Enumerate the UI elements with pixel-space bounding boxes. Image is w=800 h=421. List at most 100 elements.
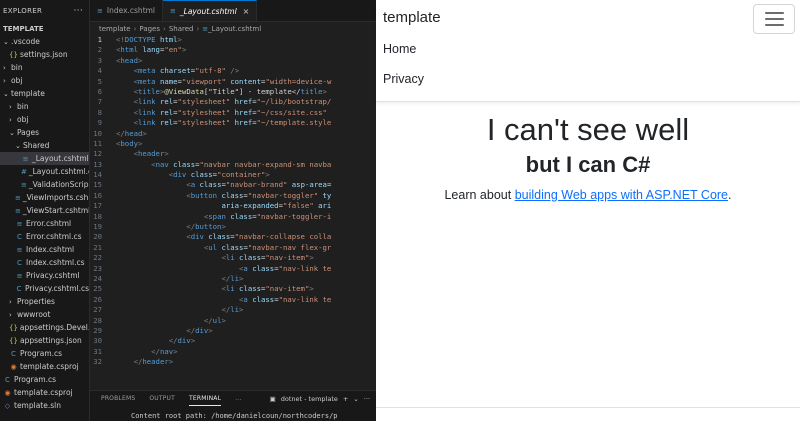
line-number: 29 (93, 325, 102, 335)
tree-item[interactable]: ⌄ .vscode (0, 35, 89, 48)
hamburger-icon-bar (764, 18, 784, 20)
tree-item[interactable]: ≡ _ViewStart.cshtml (0, 204, 89, 217)
tree-item[interactable]: {} settings.json (0, 48, 89, 61)
explorer-header: EXPLORER ··· (0, 0, 89, 22)
tree-item-label: settings.json (20, 50, 68, 59)
chevron-right-icon: › (9, 102, 12, 111)
code-line: 20 <div class="navbar-collapse colla (90, 232, 376, 242)
explorer-title: EXPLORER (3, 7, 43, 15)
editor-tab[interactable]: ≡ _Layout.cshtml × (163, 0, 258, 21)
lead-text: Learn about building Web apps with ASP.N… (376, 188, 800, 202)
line-text: </ul> (203, 315, 226, 325)
tree-item[interactable]: › Properties (0, 295, 89, 308)
line-text: </button> (186, 222, 226, 232)
tree-item[interactable]: C Program.cs (0, 373, 89, 386)
razor-file-icon: ≡ (16, 245, 23, 254)
navbar-brand[interactable]: template (383, 9, 441, 26)
tree-item-label: template.csproj (20, 362, 79, 371)
tree-item[interactable]: ≡ _ValidationScrip... (0, 178, 89, 191)
razor-file-icon: ≡ (97, 6, 103, 15)
code-line: 21 <ul class="navbar-nav flex-gr (90, 243, 376, 253)
ellipsis-icon[interactable]: ··· (74, 6, 83, 16)
tree-item[interactable]: ≡ _Layout.cshtml (0, 152, 89, 165)
line-text: <link rel="stylesheet" href="~/css/site.… (133, 107, 327, 117)
tree-item[interactable]: ≡ Index.cshtml (0, 243, 89, 256)
tree-item[interactable]: › obj (0, 74, 89, 87)
tree-item[interactable]: ⌄ Shared (0, 139, 89, 152)
close-icon[interactable]: × (243, 7, 250, 16)
code-line: 4 <meta charset="utf-8" /> (90, 66, 376, 76)
chevron-down-icon: ⌄ (15, 141, 21, 150)
navbar: template Home Privacy (376, 0, 800, 102)
code-line: 24 </li> (90, 274, 376, 284)
editor-tab[interactable]: ≡ Index.cshtml (90, 0, 164, 21)
line-number: 7 (97, 97, 102, 107)
project-file-icon: ◉ (4, 388, 11, 397)
tree-item[interactable]: ≡ Error.cshtml (0, 217, 89, 230)
csharp-file-icon: C (11, 349, 16, 358)
breadcrumb-item[interactable]: _Layout.cshtml (208, 25, 261, 33)
razor-file-icon: ≡ (21, 180, 27, 189)
line-text: <a class="nav-link te (239, 263, 332, 273)
panel-tab[interactable]: PROBLEMS (101, 391, 135, 406)
add-terminal-icon[interactable]: + (343, 395, 348, 403)
ellipsis-icon[interactable]: ··· (364, 395, 370, 403)
terminal-name[interactable]: dotnet - template (281, 395, 338, 403)
razor-file-icon: ≡ (15, 206, 21, 215)
terminal-output[interactable]: Content root path: /home/danielcoun/nort… (90, 412, 376, 420)
navbar-toggler-button[interactable] (753, 4, 795, 34)
tree-item[interactable]: › obj (0, 113, 89, 126)
breadcrumb-item[interactable]: Pages (139, 25, 160, 33)
razor-file-icon: ≡ (22, 154, 29, 163)
breadcrumb-item[interactable]: Shared (169, 25, 194, 33)
chevron-right-icon: › (3, 76, 6, 85)
tree-item[interactable]: ◉ template.csproj (0, 360, 89, 373)
chevron-right-icon: › (196, 25, 200, 33)
tree-item[interactable]: ≡ _ViewImports.csh... (0, 191, 89, 204)
line-number: 16 (93, 190, 102, 200)
tree-item[interactable]: ◉ template.csproj (0, 386, 89, 399)
code-line: 29 </div> (90, 326, 376, 336)
line-number: 20 (93, 232, 102, 242)
chevron-right-icon: › (163, 25, 166, 33)
tree-item[interactable]: C Index.cshtml.cs (0, 256, 89, 269)
nav-link-privacy[interactable]: Privacy (383, 72, 424, 86)
line-text: </head> (116, 128, 147, 138)
code-line: 10 </head> (90, 129, 376, 139)
line-number: 2 (97, 45, 102, 55)
tree-item[interactable]: C Error.cshtml.cs (0, 230, 89, 243)
chevron-down-icon[interactable]: ⌄ (353, 395, 358, 403)
tree-item[interactable]: #_Layout.cshtml.css (0, 165, 89, 178)
tree-item[interactable]: ≡ Privacy.cshtml (0, 269, 89, 282)
razor-file-icon: ≡ (170, 7, 176, 15)
tree-item[interactable]: {} appsettings.Devel... (0, 321, 89, 334)
line-number: 30 (93, 336, 102, 346)
aspnet-docs-link[interactable]: building Web apps with ASP.NET Core (515, 188, 728, 202)
tree-item[interactable]: › bin (0, 100, 89, 113)
terminal-icon: ▣ (269, 394, 276, 403)
tree-item[interactable]: › bin (0, 61, 89, 74)
vscode-window: EXPLORER ··· TEMPLATE ⌄ .vscode{} settings… (0, 0, 376, 421)
tree-item[interactable]: {} appsettings.json (0, 334, 89, 347)
tree-item[interactable]: C Privacy.cshtml.cs (0, 282, 89, 295)
tree-item[interactable]: ◇ template.sln (0, 399, 89, 412)
page-subheading: but I can C# (525, 152, 651, 177)
tree-item[interactable]: C Program.cs (0, 347, 89, 360)
tree-item[interactable]: › wwwroot (0, 308, 89, 321)
panel-actions: ▣ dotnet - template + ⌄ ··· (265, 391, 370, 406)
panel-tab[interactable]: ... (235, 391, 241, 406)
line-text: <link rel="stylesheet" href="~/template.… (133, 118, 332, 128)
line-number: 14 (93, 170, 102, 180)
code-editor[interactable]: 1 <!DOCTYPE html> 2 <html lang="en"> 3 <head>… (90, 35, 376, 390)
line-text: </div> (186, 325, 213, 335)
tree-item[interactable]: ⌄ template (0, 87, 89, 100)
panel-tab[interactable]: OUTPUT (149, 391, 175, 406)
panel-tab[interactable]: TERMINAL (189, 391, 222, 406)
line-number: 3 (97, 55, 102, 65)
explorer-root-section[interactable]: TEMPLATE (0, 22, 89, 35)
tree-item[interactable]: ⌄ Pages (0, 126, 89, 139)
code-line: 1 <!DOCTYPE html> (90, 35, 376, 45)
nav-link-home[interactable]: Home (383, 42, 416, 56)
line-number: 11 (93, 138, 102, 148)
breadcrumb-item[interactable]: template (99, 25, 131, 33)
